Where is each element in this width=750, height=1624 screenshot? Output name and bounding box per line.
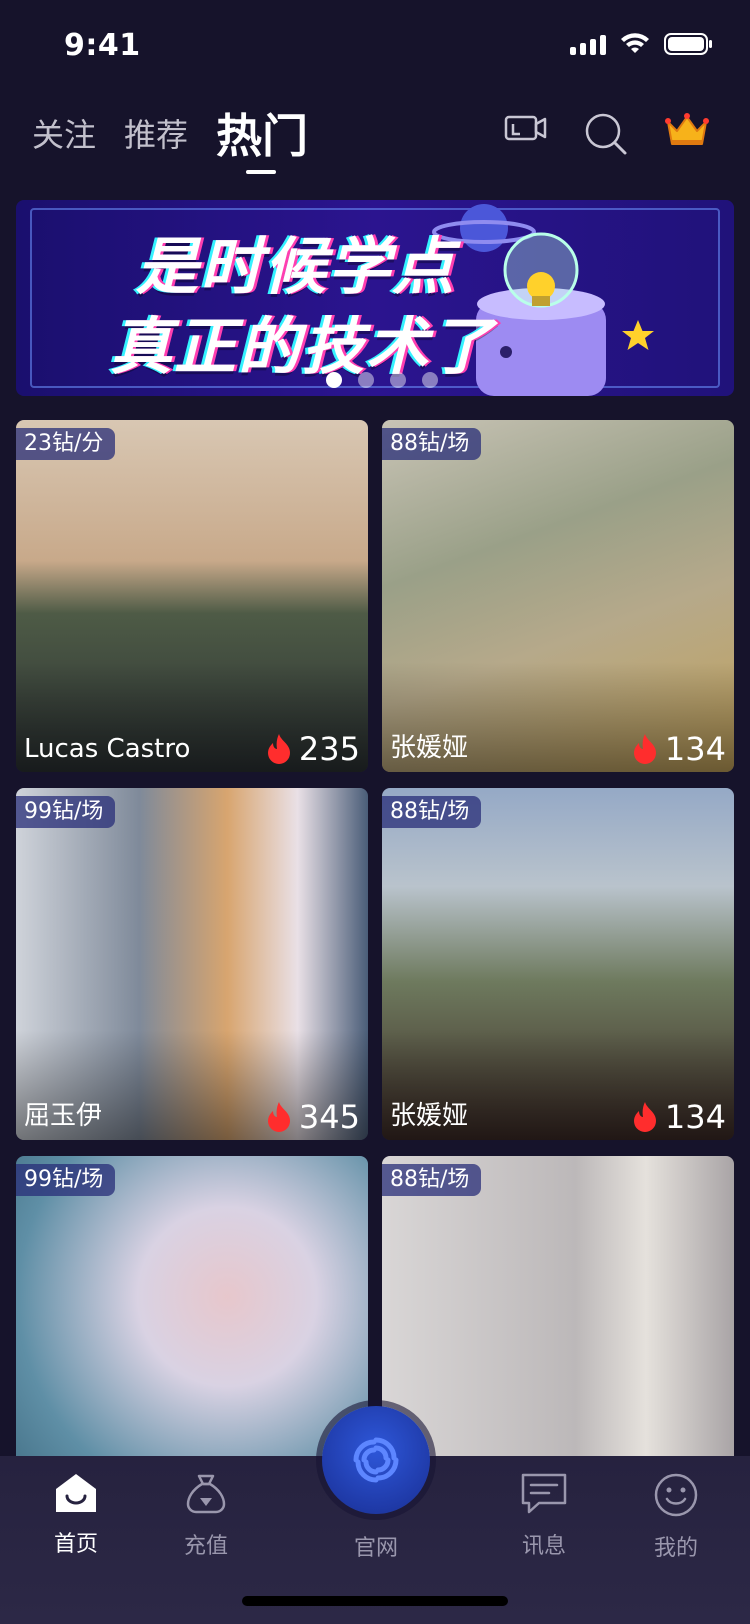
tab-messages[interactable]: 讯息 <box>484 1472 604 1560</box>
anchor-name: 屈玉伊 <box>24 1101 103 1131</box>
profile-smile-icon <box>654 1473 698 1517</box>
tab-hot[interactable]: 热门 <box>216 100 308 174</box>
heat-count: 345 <box>265 1098 360 1136</box>
wifi-icon <box>620 33 650 55</box>
price-tag: 88钻/场 <box>382 428 482 460</box>
tab-recharge[interactable]: 充值 <box>146 1472 266 1560</box>
tab-hot-label: 热门 <box>216 109 308 163</box>
heat-value: 345 <box>298 1098 360 1136</box>
price-tag: 99钻/场 <box>16 796 116 828</box>
anchor-card[interactable]: 88钻/场 张媛娅 134 <box>382 420 734 772</box>
promo-banner[interactable]: 是时候学点 真正的技术了 <box>16 200 734 396</box>
crown-icon[interactable] <box>664 110 710 154</box>
tab-home-label: 首页 <box>53 1532 98 1557</box>
fire-icon <box>633 1102 656 1132</box>
tab-me-label: 我的 <box>653 1536 698 1561</box>
anchor-name: 张媛娅 <box>390 733 469 763</box>
tab-official-site[interactable]: 官网 <box>316 1522 436 1562</box>
star-icon <box>622 320 654 350</box>
pagination-dot[interactable] <box>326 372 342 388</box>
active-tab-underline <box>246 170 276 174</box>
banner-headline-line1: 是时候学点 <box>136 230 457 303</box>
anchor-card[interactable]: 99钻/场 屈玉伊 345 <box>16 788 368 1140</box>
tab-me[interactable]: 我的 <box>616 1472 736 1562</box>
tab-messages-label: 讯息 <box>521 1534 566 1559</box>
tab-home[interactable]: 首页 <box>16 1472 136 1558</box>
anchor-card[interactable]: 23钻/分 Lucas Castro 235 <box>16 420 368 772</box>
heat-value: 134 <box>664 730 726 768</box>
anchor-name: Lucas Castro <box>24 734 191 764</box>
pagination-dot[interactable] <box>390 372 406 388</box>
home-icon <box>56 1474 96 1512</box>
anchor-name: 张媛娅 <box>390 1101 469 1131</box>
money-bag-icon <box>186 1474 226 1514</box>
anchor-card[interactable]: 88钻/场 张媛娅 134 <box>382 788 734 1140</box>
pagination-dot[interactable] <box>422 372 438 388</box>
site-logo-icon <box>353 1437 399 1483</box>
status-bar: 9:41 <box>0 0 750 90</box>
price-tag: 88钻/场 <box>382 796 482 828</box>
status-icons <box>570 32 714 56</box>
home-indicator[interactable] <box>242 1596 508 1606</box>
heat-count: 134 <box>631 730 726 768</box>
fire-icon <box>267 734 290 764</box>
status-time: 9:41 <box>64 28 141 63</box>
pagination-dot[interactable] <box>358 372 374 388</box>
heat-value: 134 <box>664 1098 726 1136</box>
search-icon[interactable] <box>584 112 628 160</box>
heat-count: 134 <box>631 1098 726 1136</box>
tab-follow[interactable]: 关注 <box>32 110 96 156</box>
official-site-button[interactable] <box>322 1406 430 1514</box>
signal-icon <box>570 33 606 55</box>
fire-icon <box>633 734 656 764</box>
fire-icon <box>267 1102 290 1132</box>
tab-recommend[interactable]: 推荐 <box>124 110 188 156</box>
price-tag: 99钻/场 <box>16 1164 116 1196</box>
price-tag: 88钻/场 <box>382 1164 482 1196</box>
battery-icon <box>664 32 714 56</box>
banner-pagination <box>326 372 438 388</box>
price-tag: 23钻/分 <box>16 428 116 460</box>
message-icon <box>521 1473 567 1514</box>
tab-site-label: 官网 <box>353 1536 398 1561</box>
heat-count: 235 <box>265 730 360 768</box>
top-nav: 关注 推荐 热门 <box>0 96 750 174</box>
tab-recharge-label: 充值 <box>183 1534 228 1559</box>
live-camera-icon[interactable] <box>504 112 548 148</box>
heat-value: 235 <box>298 730 360 768</box>
